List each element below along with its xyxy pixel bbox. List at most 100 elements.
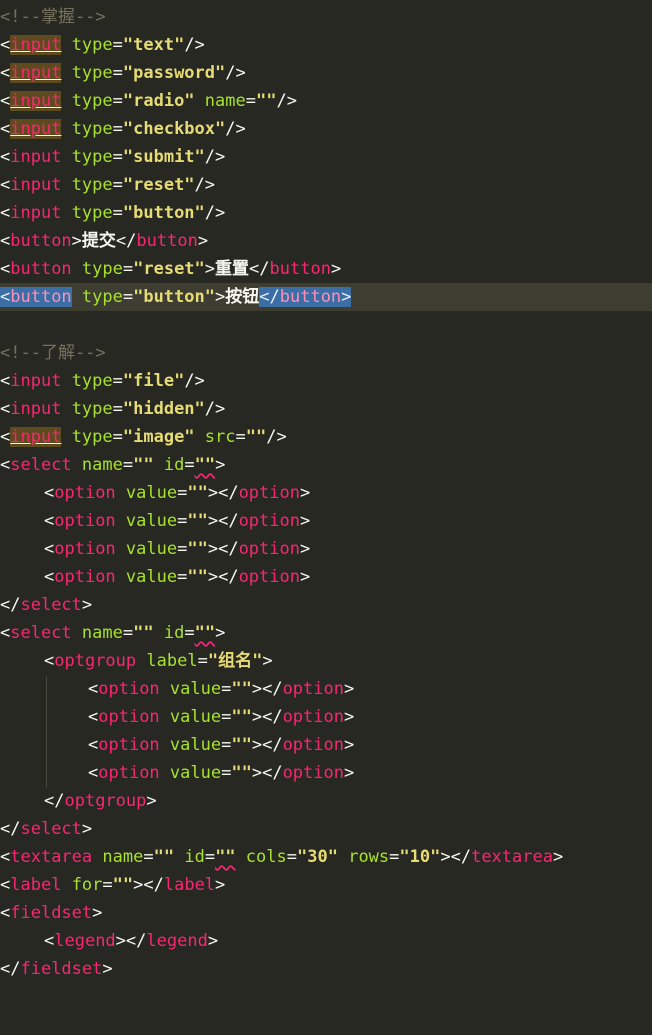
code-line[interactable]: <option value=""></option> <box>0 507 652 535</box>
code-tag-name: button <box>10 287 72 307</box>
code-line[interactable]: <input type="hidden"/> <box>0 395 652 423</box>
code-string: "" <box>194 623 216 643</box>
code-line[interactable]: </fieldset> <box>0 955 652 983</box>
code-punctuation: = <box>112 203 123 223</box>
code-punctuation: ></ <box>207 511 239 531</box>
code-line[interactable]: <option value=""></option> <box>0 703 652 731</box>
code-editor[interactable]: <!--掌握--> <input type="text"/> <input type… <box>0 0 652 1035</box>
code-punctuation: < <box>0 875 11 895</box>
code-tag-name: optgroup <box>64 791 147 811</box>
code-punctuation: = <box>184 455 195 475</box>
code-tag-name: input <box>10 119 62 139</box>
code-tag-name: option <box>238 483 300 503</box>
code-line[interactable]: <!--了解--> <box>0 339 652 367</box>
code-attribute: name <box>204 91 246 111</box>
code-punctuation <box>160 735 170 755</box>
code-line[interactable]: <input type="checkbox"/> <box>0 115 652 143</box>
code-punctuation: = <box>197 651 208 671</box>
code-attribute: type <box>81 287 123 307</box>
code-line[interactable]: <button>提交</button> <box>0 227 652 255</box>
code-attribute: for <box>71 875 103 895</box>
code-punctuation: = <box>122 259 134 279</box>
code-line[interactable]: <legend></legend> <box>0 927 652 955</box>
code-attribute: id <box>163 623 185 643</box>
code-attribute: type <box>71 175 113 195</box>
code-punctuation: > <box>299 567 311 587</box>
code-line[interactable]: <option value=""></option> <box>0 731 652 759</box>
code-punctuation <box>136 651 146 671</box>
code-line[interactable] <box>0 311 652 339</box>
code-attribute: value <box>169 763 222 783</box>
code-attribute: id <box>184 847 205 867</box>
code-punctuation: = <box>112 427 123 447</box>
code-line[interactable]: <input type="radio" name=""/> <box>0 87 652 115</box>
code-line[interactable]: <select name="" id=""> <box>0 619 652 647</box>
code-line[interactable]: </select> <box>0 815 652 843</box>
code-punctuation <box>61 63 71 83</box>
code-punctuation: < <box>88 735 99 755</box>
code-punctuation: = <box>143 847 154 867</box>
code-punctuation: < <box>0 203 11 223</box>
code-punctuation <box>116 539 126 559</box>
code-punctuation: < <box>0 287 11 307</box>
code-punctuation: > <box>215 287 226 307</box>
code-line[interactable]: <fieldset> <box>0 899 652 927</box>
code-tag-name: input <box>10 427 62 447</box>
code-punctuation: < <box>0 119 11 139</box>
code-string: "" <box>231 735 252 755</box>
code-punctuation <box>236 847 246 867</box>
code-punctuation: < <box>0 847 11 867</box>
code-punctuation: /> <box>204 203 226 223</box>
code-tag-name: button <box>10 231 72 251</box>
code-line[interactable]: <option value=""></option> <box>0 479 652 507</box>
code-line[interactable]: </optgroup> <box>0 787 652 815</box>
code-punctuation: = <box>177 567 188 587</box>
code-line[interactable]: <option value=""></option> <box>0 759 652 787</box>
code-punctuation: < <box>0 147 11 167</box>
code-line[interactable]: <input type="button"/> <box>0 199 652 227</box>
code-line[interactable]: <label for=""></label> <box>0 871 652 899</box>
code-line[interactable]: <!--掌握--> <box>0 3 652 31</box>
code-punctuation: /> <box>204 399 226 419</box>
code-line[interactable]: <option value=""></option> <box>0 563 652 591</box>
code-text: 重置 <box>215 259 250 279</box>
code-tag-name: input <box>10 399 62 419</box>
code-attribute: type <box>71 427 113 447</box>
code-line[interactable]: <input type="submit"/> <box>0 143 652 171</box>
code-punctuation: ></ <box>207 483 239 503</box>
code-punctuation: ></ <box>115 931 147 951</box>
code-line[interactable]: <textarea name="" id="" cols="30" rows="… <box>0 843 652 871</box>
code-line[interactable]: </select> <box>0 591 652 619</box>
code-punctuation: ></ <box>207 539 239 559</box>
code-attribute: type <box>71 371 113 391</box>
code-line[interactable]: <option value=""></option> <box>0 675 652 703</box>
code-tag-name: option <box>282 763 344 783</box>
code-tag-name: fieldset <box>20 959 103 979</box>
code-line[interactable]: <button type="button">按钮</button> <box>0 283 652 311</box>
code-punctuation: < <box>0 371 11 391</box>
code-punctuation <box>160 763 170 783</box>
code-punctuation: = <box>112 175 123 195</box>
code-line[interactable]: <input type="password"/> <box>0 59 652 87</box>
code-string: "" <box>256 91 277 111</box>
code-line[interactable]: <button type="reset">重置</button> <box>0 255 652 283</box>
code-line[interactable]: <input type="text"/> <box>0 31 652 59</box>
code-line[interactable]: <input type="file"/> <box>0 367 652 395</box>
code-punctuation: > <box>215 623 226 643</box>
code-string: "button" <box>122 203 205 223</box>
code-tag-name: input <box>10 147 62 167</box>
code-punctuation: = <box>177 511 188 531</box>
code-punctuation: > <box>341 287 352 307</box>
code-attribute: type <box>71 147 113 167</box>
code-tag-name: option <box>54 539 116 559</box>
code-punctuation: ></ <box>133 875 164 895</box>
code-line[interactable]: <optgroup label="组名"> <box>0 647 652 675</box>
code-line[interactable]: <input type="image" src=""/> <box>0 423 652 451</box>
code-punctuation: > <box>215 875 226 895</box>
code-punctuation: /> <box>204 147 226 167</box>
code-line[interactable]: <option value=""></option> <box>0 535 652 563</box>
code-line[interactable]: <input type="reset"/> <box>0 171 652 199</box>
code-line[interactable]: <select name="" id=""> <box>0 451 652 479</box>
code-tag-name: button <box>269 259 331 279</box>
code-punctuation: < <box>44 931 55 951</box>
